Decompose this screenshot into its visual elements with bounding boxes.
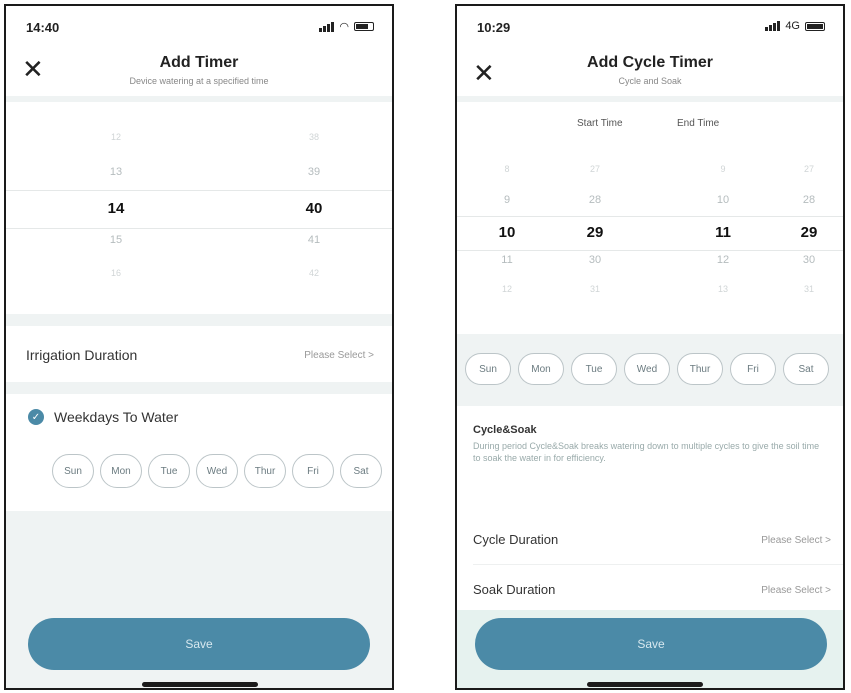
nav-bar: ✕ Add Cycle Timer Cycle and Soak (457, 48, 843, 100)
picker-value[interactable]: 41 (284, 234, 344, 246)
picker-value[interactable]: 38 (284, 132, 344, 142)
picker-value[interactable]: 14 (86, 200, 146, 217)
picker-value[interactable]: 31 (779, 284, 839, 294)
divider (6, 314, 392, 326)
nav-bar: ✕ Add Timer Device watering at a specifi… (6, 48, 392, 100)
day-chip-fri[interactable]: Fri (730, 353, 776, 385)
status-time: 14:40 (26, 20, 60, 35)
time-range-picker[interactable]: 8 9 10 11 12 27 28 29 30 31 9 10 11 12 13 27 28 29 30 31 (457, 146, 843, 314)
battery-icon (805, 21, 825, 31)
home-indicator (142, 682, 258, 687)
irrigation-duration-value[interactable]: Please Select > (304, 350, 374, 361)
time-picker[interactable]: 12 13 14 15 16 38 39 40 41 42 (6, 102, 392, 312)
add-cycle-timer-screen: 10:29 4G ✕ Add Cycle Timer Cycle and Soa… (455, 4, 845, 690)
checkbox-checked-icon[interactable]: ✓ (28, 409, 44, 425)
day-chip-tue[interactable]: Tue (571, 353, 617, 385)
end-time-label: End Time (677, 118, 720, 129)
start-hour-column[interactable]: 8 9 10 11 12 (477, 146, 537, 314)
day-chip-tue[interactable]: Tue (148, 454, 190, 488)
cycle-duration-label: Cycle Duration (473, 532, 559, 547)
page-subtitle: Device watering at a specified time (129, 76, 269, 86)
picker-value[interactable]: 9 (693, 164, 753, 174)
picker-value[interactable]: 28 (779, 194, 839, 206)
picker-value[interactable]: 27 (779, 164, 839, 174)
save-button[interactable]: Save (475, 618, 827, 670)
picker-value[interactable]: 40 (284, 200, 344, 217)
cycle-duration-value[interactable]: Please Select > (761, 535, 831, 546)
day-chip-thur[interactable]: Thur (244, 454, 286, 488)
picker-value[interactable]: 29 (565, 224, 625, 241)
picker-value[interactable]: 29 (779, 224, 839, 241)
start-minute-column[interactable]: 27 28 29 30 31 (565, 146, 625, 314)
picker-value[interactable]: 12 (693, 254, 753, 266)
day-chip-sat[interactable]: Sat (783, 353, 829, 385)
day-chip-thur[interactable]: Thur (677, 353, 723, 385)
picker-value[interactable]: 8 (477, 164, 537, 174)
picker-value[interactable]: 13 (86, 166, 146, 178)
picker-value[interactable]: 15 (86, 234, 146, 246)
picker-value[interactable]: 9 (477, 194, 537, 206)
page-subtitle: Cycle and Soak (618, 76, 682, 86)
soak-duration-value[interactable]: Please Select > (761, 585, 831, 596)
soak-duration-row[interactable]: Soak Duration Please Select > (457, 565, 843, 611)
picker-value[interactable]: 16 (86, 268, 146, 278)
status-bar: 10:29 4G (457, 6, 843, 46)
day-chip-sat[interactable]: Sat (340, 454, 382, 488)
picker-value[interactable]: 42 (284, 268, 344, 278)
weekday-chips: Sun Mon Tue Wed Thur Fri Sat (6, 454, 392, 494)
picker-value[interactable]: 10 (693, 194, 753, 206)
picker-value[interactable]: 30 (565, 254, 625, 266)
add-timer-screen: 14:40 ◠ ✕ Add Timer Device watering at a… (4, 4, 394, 690)
status-time: 10:29 (477, 20, 511, 35)
signal-icon (319, 21, 335, 32)
home-indicator (587, 682, 703, 687)
picker-value[interactable]: 11 (693, 224, 753, 241)
picker-value[interactable]: 27 (565, 164, 625, 174)
divider (6, 382, 392, 394)
cycle-duration-row[interactable]: Cycle Duration Please Select > (457, 514, 843, 564)
cycle-soak-title: Cycle&Soak (473, 424, 537, 436)
minute-column[interactable]: 38 39 40 41 42 (284, 102, 344, 312)
day-chip-mon[interactable]: Mon (518, 353, 564, 385)
hour-column[interactable]: 12 13 14 15 16 (86, 102, 146, 312)
picker-value[interactable]: 31 (565, 284, 625, 294)
divider (457, 96, 843, 102)
picker-value[interactable]: 28 (565, 194, 625, 206)
irrigation-duration-row[interactable]: Irrigation Duration Please Select > (6, 326, 392, 382)
wifi-icon: ◠ (339, 21, 349, 33)
cycle-soak-info: Cycle&Soak During period Cycle&Soak brea… (473, 424, 827, 464)
signal-icon (765, 21, 781, 31)
day-chip-fri[interactable]: Fri (292, 454, 334, 488)
save-button[interactable]: Save (28, 618, 370, 670)
day-chip-wed[interactable]: Wed (624, 353, 670, 385)
irrigation-duration-label: Irrigation Duration (26, 347, 138, 363)
picker-value[interactable]: 13 (693, 284, 753, 294)
network-type: 4G (785, 20, 800, 32)
picker-value[interactable]: 30 (779, 254, 839, 266)
day-chip-sun[interactable]: Sun (52, 454, 94, 488)
soak-duration-label: Soak Duration (473, 582, 556, 597)
start-time-label: Start Time (577, 118, 623, 129)
picker-value[interactable]: 12 (86, 132, 146, 142)
day-chip-sun[interactable]: Sun (465, 353, 511, 385)
day-chip-mon[interactable]: Mon (100, 454, 142, 488)
end-minute-column[interactable]: 27 28 29 30 31 (779, 146, 839, 314)
picker-value[interactable]: 11 (477, 254, 537, 266)
picker-value[interactable]: 39 (284, 166, 344, 178)
cycle-soak-description: During period Cycle&Soak breaks watering… (473, 441, 820, 463)
weekdays-toggle[interactable]: ✓ Weekdays To Water (6, 394, 392, 440)
end-hour-column[interactable]: 9 10 11 12 13 (693, 146, 753, 314)
day-chip-wed[interactable]: Wed (196, 454, 238, 488)
page-title: Add Timer (159, 54, 239, 71)
picker-value[interactable]: 10 (477, 224, 537, 241)
weekday-chips: Sun Mon Tue Wed Thur Fri Sat (457, 353, 843, 387)
battery-icon (354, 22, 374, 31)
picker-value[interactable]: 12 (477, 284, 537, 294)
weekdays-label: Weekdays To Water (54, 409, 179, 425)
page-title: Add Cycle Timer (587, 54, 713, 71)
status-bar: 14:40 ◠ (6, 6, 392, 46)
